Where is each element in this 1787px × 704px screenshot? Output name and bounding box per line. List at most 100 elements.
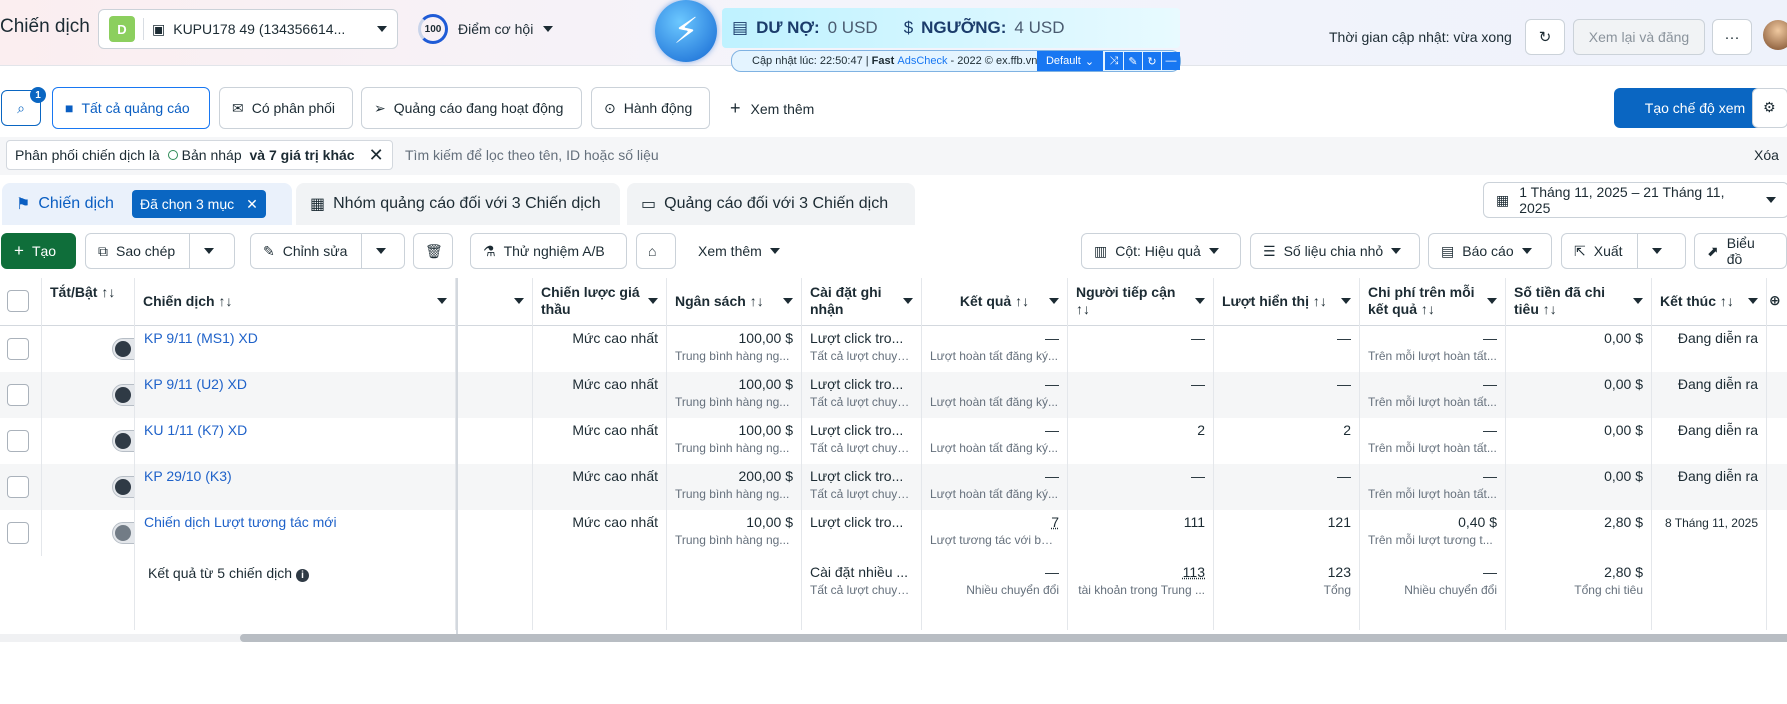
- filter-search-input[interactable]: Tìm kiếm để lọc theo tên, ID hoặc số liệ…: [405, 147, 659, 163]
- row-checkbox[interactable]: [7, 476, 29, 498]
- chevron-down-icon[interactable]: [437, 298, 447, 304]
- impressions-cell: —: [1214, 372, 1360, 418]
- see-more-tabs[interactable]: + Xem thêm: [730, 98, 814, 119]
- info-icon[interactable]: i: [296, 569, 310, 582]
- header-cost-per-result[interactable]: Chi phí trên mỗi kết quả ↑↓: [1360, 278, 1506, 326]
- lightning-icon[interactable]: ⚡: [655, 0, 717, 62]
- chevron-down-icon[interactable]: [376, 248, 387, 254]
- tab-ads[interactable]: ▭ Quảng cáo đối với 3 Chiến dịch: [627, 183, 915, 225]
- campaign-name-link[interactable]: KP 9/11 (MS1) XD: [144, 330, 258, 346]
- export-button[interactable]: ⇱ Xuất: [1561, 233, 1686, 269]
- chevron-down-icon[interactable]: [514, 298, 524, 304]
- budget-cell[interactable]: 100,00 $ Trung bình hàng ng...: [667, 418, 802, 464]
- on-off-toggle[interactable]: [112, 430, 134, 452]
- more-button[interactable]: ···: [1712, 19, 1752, 55]
- row-checkbox[interactable]: [7, 522, 29, 544]
- minimize-icon[interactable]: —: [1162, 52, 1180, 70]
- header-attribution[interactable]: Cài đặt ghi nhận: [802, 278, 922, 326]
- header-reach[interactable]: Người tiếp cận ↑↓: [1068, 278, 1214, 326]
- tag-button[interactable]: ⌂: [636, 233, 676, 269]
- date-range-picker[interactable]: ▦ 1 Tháng 11, 2025 – 21 Tháng 11, 2025: [1483, 182, 1787, 218]
- campaign-name-link[interactable]: KP 29/10 (K3): [144, 468, 232, 484]
- columns-button[interactable]: ▥ Cột: Hiệu quả: [1081, 233, 1241, 269]
- account-avatar: D: [109, 16, 135, 42]
- add-column-button[interactable]: ⊕: [1767, 278, 1787, 326]
- clear-filters-link[interactable]: Xóa: [1754, 147, 1779, 163]
- chevron-down-icon[interactable]: [648, 298, 658, 304]
- table-row[interactable]: KU 1/11 (K7) XD Mức cao nhất 100,00 $ Trung…: [0, 418, 1787, 464]
- tab-all-ads[interactable]: ■ Tất cả quảng cáo: [52, 87, 210, 129]
- refresh-icon[interactable]: ↻: [1143, 52, 1161, 70]
- chevron-down-icon[interactable]: [1487, 298, 1497, 304]
- budget-cell[interactable]: 10,00 $ Trung bình hàng ng...: [667, 510, 802, 556]
- table-row[interactable]: KP 9/11 (MS1) XD Mức cao nhất 100,00 $ Trun…: [0, 326, 1787, 372]
- campaign-name-link[interactable]: KP 9/11 (U2) XD: [144, 376, 247, 392]
- campaign-name-link[interactable]: Chiến dịch Lượt tương tác mới: [144, 514, 337, 530]
- chevron-down-icon[interactable]: [1748, 298, 1758, 304]
- user-avatar[interactable]: [1763, 20, 1787, 50]
- header-end[interactable]: Kết thúc ↑↓: [1652, 278, 1767, 326]
- tab-adsets[interactable]: ▦ Nhóm quảng cáo đối với 3 Chiến dịch: [296, 183, 620, 225]
- header-budget[interactable]: Ngân sách ↑↓: [667, 278, 802, 326]
- header-results[interactable]: Kết quả ↑↓: [922, 278, 1068, 326]
- table-row[interactable]: Chiến dịch Lượt tương tác mới Mức cao nhấ…: [0, 510, 1787, 556]
- close-icon[interactable]: ✕: [369, 145, 384, 166]
- close-icon[interactable]: ✕: [246, 196, 258, 213]
- chevron-down-icon[interactable]: [1633, 298, 1643, 304]
- create-button[interactable]: + Tạo: [1, 233, 76, 269]
- chevron-down-icon[interactable]: [1195, 298, 1205, 304]
- chevron-down-icon[interactable]: [1049, 298, 1059, 304]
- more-actions-button[interactable]: Xem thêm: [686, 233, 796, 269]
- bid-cell: Mức cao nhất: [533, 326, 667, 372]
- review-publish-button[interactable]: Xem lại và đăng: [1573, 19, 1705, 55]
- on-off-toggle[interactable]: [112, 522, 134, 544]
- header-toggle[interactable]: Tắt/Bật ↑↓: [42, 278, 135, 326]
- chevron-down-icon[interactable]: [1341, 298, 1351, 304]
- budget-sub: Trung bình hàng ng...: [675, 533, 790, 547]
- table-row[interactable]: KP 9/11 (U2) XD Mức cao nhất 100,00 $ Trung…: [0, 372, 1787, 418]
- refresh-button[interactable]: ↻: [1525, 19, 1565, 55]
- header-campaign[interactable]: Chiến dịch ↑↓: [135, 278, 456, 326]
- scrollbar-thumb[interactable]: [240, 634, 1787, 642]
- on-off-toggle[interactable]: [112, 476, 134, 498]
- on-off-toggle[interactable]: [112, 384, 134, 406]
- budget-cell[interactable]: 100,00 $ Trung bình hàng ng...: [667, 326, 802, 372]
- filter-chip[interactable]: Phân phối chiến dịch là Bản nháp và 7 gi…: [6, 140, 393, 170]
- chevron-down-icon[interactable]: [204, 248, 215, 254]
- breakdown-button[interactable]: ☰ Số liệu chia nhỏ: [1250, 233, 1420, 269]
- profile-select[interactable]: Default ⌄: [1037, 51, 1103, 71]
- header-impressions[interactable]: Lượt hiển thị ↑↓: [1214, 278, 1360, 326]
- table-row[interactable]: KP 29/10 (K3) Mức cao nhất 200,00 $ Trung b…: [0, 464, 1787, 510]
- row-checkbox[interactable]: [7, 384, 29, 406]
- ab-test-button[interactable]: ⚗ Thử nghiệm A/B: [470, 233, 627, 269]
- tab-delivering[interactable]: ✉ Có phân phối: [219, 87, 353, 129]
- tab-active-ads[interactable]: ➢ Quảng cáo đang hoạt động: [361, 87, 582, 129]
- opportunity-score[interactable]: 100 Điểm cơ hội: [418, 14, 554, 44]
- row-checkbox[interactable]: [7, 430, 29, 452]
- account-selector[interactable]: D ▣ KUPU178 49 (134356614...: [98, 9, 398, 49]
- delete-button[interactable]: 🗑: [413, 233, 453, 269]
- filter-bar: Phân phối chiến dịch là Bản nháp và 7 gi…: [0, 137, 1787, 175]
- campaign-name-link[interactable]: KU 1/11 (K7) XD: [144, 422, 247, 438]
- budget-cell[interactable]: 100,00 $ Trung bình hàng ng...: [667, 372, 802, 418]
- tab-campaigns[interactable]: ⚑ Chiến dịch Đã chọn 3 mục ✕: [2, 183, 292, 225]
- charts-button[interactable]: ⬈ Biểu đồ: [1694, 233, 1787, 269]
- chevron-down-icon[interactable]: [903, 298, 913, 304]
- reports-button[interactable]: ▤ Báo cáo: [1428, 233, 1552, 269]
- edit-icon[interactable]: ✎: [1124, 52, 1142, 70]
- on-off-toggle[interactable]: [112, 338, 134, 360]
- header-amount-spent[interactable]: Số tiền đã chi tiêu ↑↓: [1506, 278, 1652, 326]
- tab-actions[interactable]: ⊙ Hành động: [591, 87, 710, 129]
- tab-label: Hành động: [623, 100, 693, 116]
- selected-badge[interactable]: Đã chọn 3 mục ✕: [131, 190, 266, 218]
- header-bid[interactable]: Chiến lược giá thầu: [533, 278, 667, 326]
- budget-cell[interactable]: 200,00 $ Trung bình hàng ng...: [667, 464, 802, 510]
- copy-button[interactable]: ⧉ Sao chép: [85, 233, 235, 269]
- settings-button[interactable]: ⚙: [1752, 88, 1787, 128]
- edit-button[interactable]: ✎ Chỉnh sửa: [250, 233, 405, 269]
- select-all-checkbox[interactable]: [7, 290, 29, 312]
- row-checkbox[interactable]: [7, 338, 29, 360]
- shuffle-icon[interactable]: ⤨: [1105, 52, 1123, 70]
- chevron-down-icon[interactable]: [1651, 248, 1662, 254]
- chevron-down-icon[interactable]: [783, 298, 793, 304]
